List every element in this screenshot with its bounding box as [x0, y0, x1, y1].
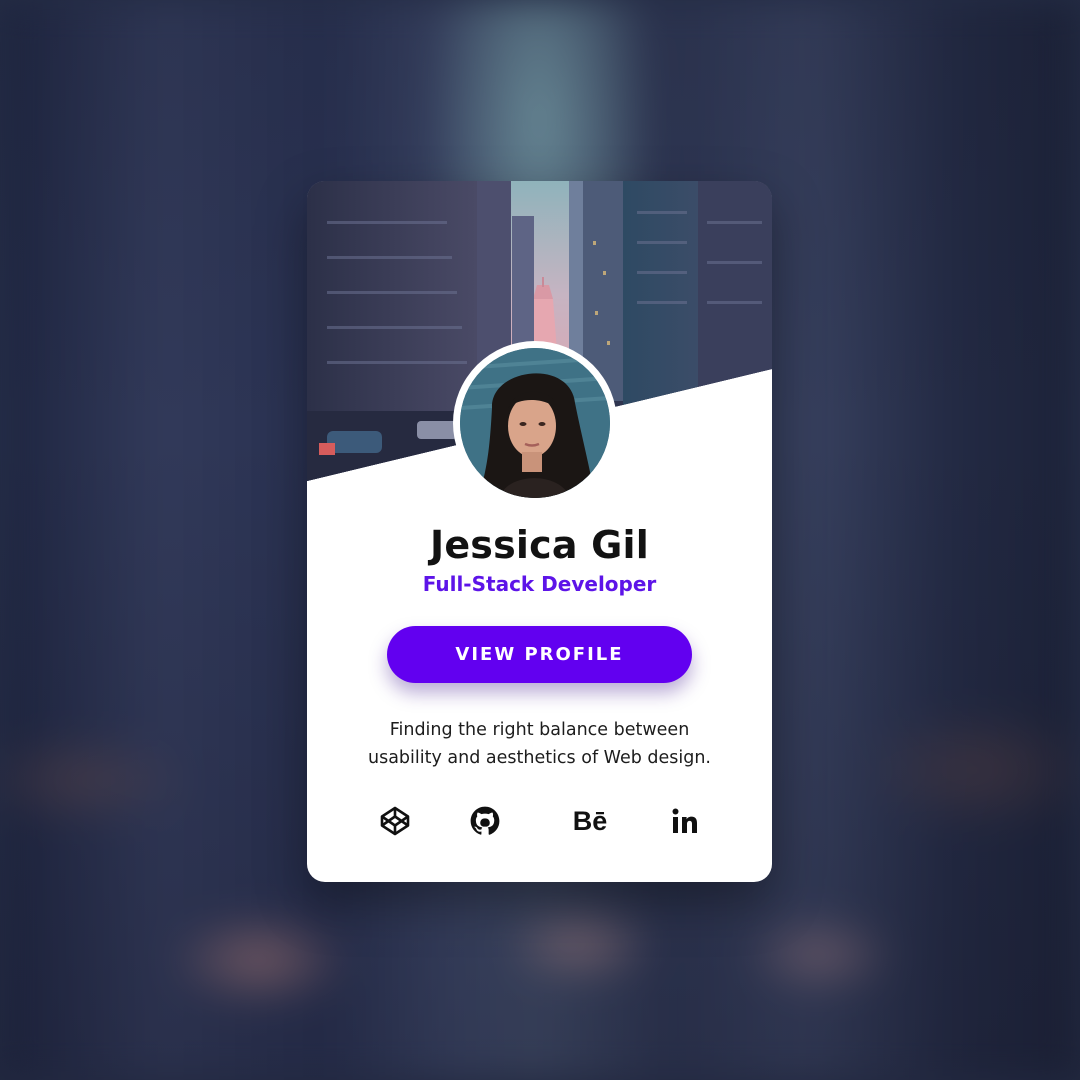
github-link[interactable] — [465, 801, 505, 841]
profile-bio: Finding the right balance between usabil… — [337, 716, 742, 772]
bio-line-2: usability and aesthetics of Web design. — [367, 748, 711, 768]
profile-role: Full-Stack Developer — [422, 572, 657, 596]
behance-link[interactable]: Bē — [569, 801, 611, 841]
linkedin-icon — [672, 808, 697, 833]
avatar[interactable] — [453, 341, 617, 505]
linkedin-link[interactable] — [665, 801, 705, 841]
behance-icon: Bē — [572, 805, 608, 836]
codepen-link[interactable] — [375, 801, 415, 841]
github-icon — [470, 806, 500, 835]
social-links: Bē — [307, 801, 772, 841]
codepen-icon — [380, 806, 410, 836]
bio-line-1: Finding the right balance between — [389, 720, 690, 740]
view-profile-button[interactable]: VIEW PROFILE — [387, 626, 692, 683]
avatar-photo — [460, 348, 610, 498]
profile-card: Jessica Gil Full-Stack Developer VIEW PR… — [307, 181, 772, 882]
profile-name: Jessica Gil — [429, 523, 649, 567]
